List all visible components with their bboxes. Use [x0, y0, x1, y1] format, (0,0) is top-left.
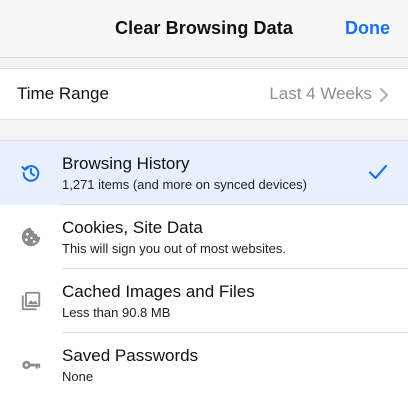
data-type-list: Browsing History 1,271 items (and more o…	[0, 140, 408, 400]
key-icon	[22, 360, 41, 370]
section-gap	[0, 120, 408, 140]
time-range-label: Time Range	[17, 84, 109, 103]
checkmark-icon	[368, 164, 388, 180]
item-title: Cookies, Site Data	[62, 218, 203, 237]
item-title: Saved Passwords	[62, 346, 199, 365]
list-item-browsing-history[interactable]: Browsing History 1,271 items (and more o…	[0, 141, 408, 205]
done-button[interactable]: Done	[345, 18, 390, 39]
time-range-value: Last 4 Weeks	[269, 84, 372, 103]
item-title: Browsing History	[62, 154, 190, 173]
item-subtitle: This will sign you out of most websites.	[62, 241, 286, 256]
cookie-icon	[21, 227, 41, 247]
section-gap	[0, 58, 408, 68]
list-item-cached-images[interactable]: Cached Images and Files Less than 90.8 M…	[0, 269, 408, 333]
time-range-row[interactable]: Time Range Last 4 Weeks	[0, 68, 408, 120]
item-title: Cached Images and Files	[62, 282, 255, 301]
list-item-cookies[interactable]: Cookies, Site Data This will sign you ou…	[0, 205, 408, 269]
item-subtitle: None	[62, 369, 94, 384]
list-item-saved-passwords[interactable]: Saved Passwords None	[0, 333, 408, 397]
image-icon	[21, 291, 41, 311]
item-subtitle: Less than 90.8 MB	[62, 305, 171, 320]
navigation-bar: Clear Browsing Data Done	[0, 0, 408, 58]
chevron-right-icon	[380, 88, 388, 102]
item-subtitle: 1,271 items (and more on synced devices)	[62, 177, 307, 192]
history-icon	[21, 165, 40, 182]
